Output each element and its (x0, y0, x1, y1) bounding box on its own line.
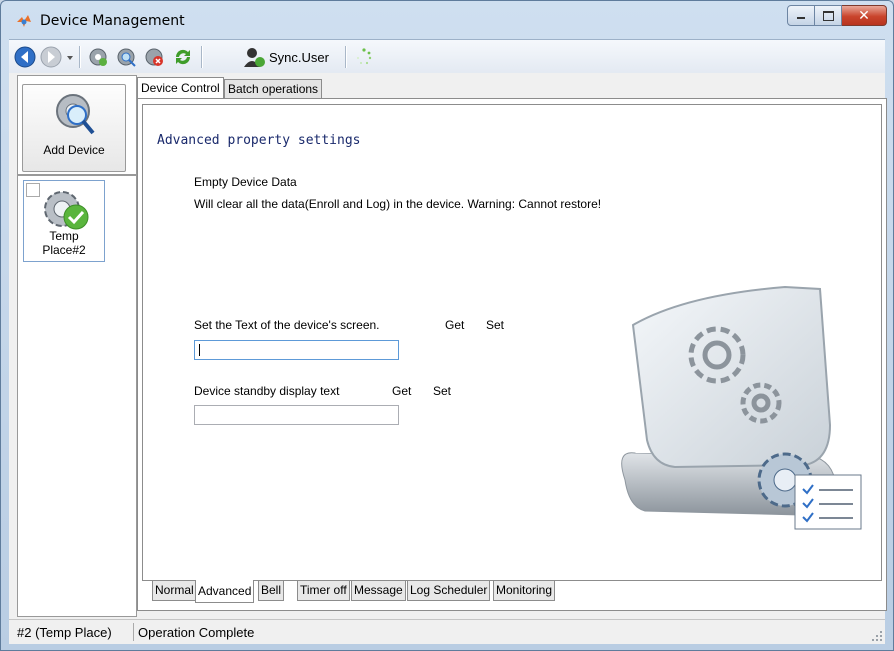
tab-bell[interactable]: Bell (258, 581, 285, 601)
back-icon[interactable] (13, 45, 39, 69)
advanced-settings-panel: Advanced property settings Empty Device … (142, 104, 882, 581)
loading-icon (357, 48, 372, 65)
forward-icon[interactable] (39, 45, 65, 69)
device-delete-icon[interactable] (141, 45, 167, 69)
screen-text-get-link[interactable]: Get (445, 318, 464, 332)
tab-monitoring[interactable]: Monitoring (493, 581, 556, 601)
client-area: Add Device Temp Place#2 Device Control B… (9, 73, 887, 619)
device-name-line1: Temp (49, 229, 79, 243)
tab-device-control[interactable]: Device Control (137, 77, 224, 99)
minimize-button[interactable] (787, 5, 815, 26)
device-list-pane: Add Device Temp Place#2 (17, 75, 137, 617)
close-icon: ✕ (858, 7, 870, 23)
add-device-label: Add Device (43, 143, 105, 157)
standby-text-get-link[interactable]: Get (392, 384, 411, 398)
screen-text-set-link[interactable]: Set (486, 318, 504, 332)
toolbar-separator (345, 46, 347, 68)
device-name: Temp Place#2 (24, 229, 104, 257)
toolbar: Sync.User (9, 39, 885, 74)
app-icon (17, 15, 31, 27)
screen-text-label: Set the Text of the device's screen. (194, 318, 380, 332)
tab-advanced[interactable]: Advanced (195, 580, 255, 603)
device-settings-illustration (621, 285, 862, 530)
close-button[interactable]: ✕ (842, 5, 887, 26)
window-controls: ✕ (787, 5, 887, 26)
tab-log-scheduler[interactable]: Log Scheduler (407, 581, 491, 601)
sync-user-label: Sync.User (269, 50, 329, 65)
add-device-button[interactable]: Add Device (22, 84, 126, 172)
main-window: Device Management ✕ Sync.User Add Device… (0, 0, 894, 651)
tab-batch-operations[interactable]: Batch operations (224, 79, 323, 98)
tab-normal[interactable]: Normal (152, 581, 197, 601)
add-device-icon (56, 94, 95, 135)
standby-text-label: Device standby display text (194, 384, 340, 398)
device-control-panel: Advanced property settings Empty Device … (137, 98, 887, 611)
refresh-icon[interactable] (171, 45, 195, 69)
dropdown-icon[interactable] (65, 45, 75, 69)
pane-divider (18, 174, 136, 176)
text-caret (199, 344, 200, 356)
sync-user-button[interactable]: Sync.User (207, 45, 335, 69)
window-title: Device Management (40, 13, 185, 29)
maximize-icon (823, 11, 834, 21)
screen-text-input[interactable] (194, 340, 399, 360)
empty-device-data-warning: Will clear all the data(Enroll and Log) … (194, 197, 602, 211)
status-divider (133, 623, 134, 641)
status-device: #2 (Temp Place) (17, 625, 112, 640)
maximize-button[interactable] (815, 5, 842, 26)
device-settings-icon[interactable] (85, 45, 111, 69)
empty-device-data-link[interactable]: Empty Device Data (194, 175, 297, 189)
sync-user-icon (244, 48, 265, 67)
device-search-icon[interactable] (113, 45, 139, 69)
tab-message[interactable]: Message (351, 581, 406, 601)
status-message: Operation Complete (138, 625, 255, 640)
device-tile[interactable]: Temp Place#2 (23, 180, 105, 262)
toolbar-separator (201, 46, 203, 68)
tab-timer-off[interactable]: Timer off (297, 581, 350, 601)
standby-text-set-link[interactable]: Set (433, 384, 451, 398)
title-bar: Device Management ✕ (1, 1, 893, 39)
resize-grip-icon[interactable] (871, 630, 883, 642)
device-gear-icon (44, 191, 89, 230)
section-heading: Advanced property settings (157, 133, 361, 148)
minimize-icon (797, 17, 805, 19)
status-bar: #2 (Temp Place) Operation Complete (9, 619, 885, 644)
standby-text-input[interactable] (194, 405, 399, 425)
device-name-line2: Place#2 (42, 243, 86, 257)
toolbar-separator (79, 46, 81, 68)
